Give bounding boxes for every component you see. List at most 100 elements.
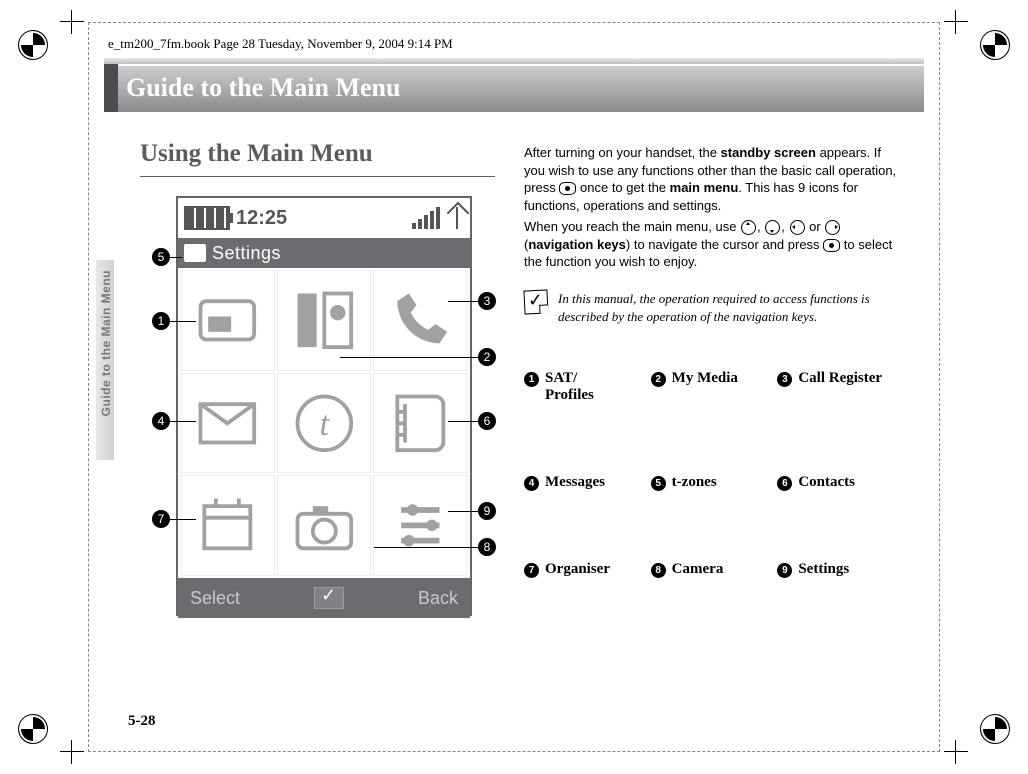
nav-up-icon (741, 220, 756, 235)
leader (448, 421, 478, 422)
callout-2: 2 (478, 348, 496, 366)
softkey-left: Select (190, 588, 240, 609)
softkey-right: Back (418, 588, 458, 609)
paragraph-2: When you reach the main menu, use , , or… (524, 218, 904, 271)
legend-label: Organiser (545, 561, 610, 578)
legend-item-2: 2 My Media (651, 370, 778, 404)
registration-mark (980, 30, 1010, 60)
leader (170, 257, 182, 258)
menu-cell-messages (180, 373, 275, 474)
legend-label: Settings (798, 561, 849, 578)
text: , (781, 219, 788, 234)
legend-num: 2 (651, 372, 666, 387)
phone-screenshot: 12:25 Settings t Select Back (176, 196, 472, 616)
callout-7: 7 (152, 510, 170, 528)
chapter-bar: Guide to the Main Menu (104, 64, 924, 112)
menu-cell-camera (277, 475, 372, 576)
side-tab-label: Guide to the Main Menu (99, 270, 113, 416)
legend-label: Camera (672, 561, 724, 578)
titlebar-label: Settings (212, 243, 281, 264)
registration-mark (18, 30, 48, 60)
crop-mark (944, 740, 968, 764)
text: , (757, 219, 764, 234)
note-check-icon (523, 289, 548, 314)
leader (448, 511, 478, 512)
clock-text: 12:25 (236, 207, 287, 230)
legend-item-3: 3 Call Register (777, 370, 904, 404)
menu-cell-contacts (373, 373, 468, 474)
section-rule (140, 176, 495, 177)
legend-item-5: 5 t-zones (651, 474, 778, 491)
phone-titlebar: Settings (178, 238, 470, 268)
callout-1: 1 (152, 312, 170, 330)
svg-text:t: t (319, 404, 330, 442)
body-text: After turning on your handset, the stand… (524, 144, 904, 275)
note-box: In this manual, the operation required t… (524, 290, 904, 325)
antenna-icon (450, 207, 464, 229)
battery-icon (184, 206, 230, 230)
bold-text: standby screen (721, 145, 816, 160)
leader (448, 301, 478, 302)
chapter-title: Guide to the Main Menu (126, 73, 400, 103)
legend-num: 1 (524, 372, 539, 387)
callout-6: 6 (478, 412, 496, 430)
leader (374, 547, 478, 548)
legend-num: 7 (524, 563, 539, 578)
legend-row: 7 Organiser 8 Camera 9 Settings (524, 561, 904, 578)
text: once to get the (576, 180, 669, 195)
bold-text: main menu (670, 180, 739, 195)
legend-item-7: 7 Organiser (524, 561, 651, 578)
legend-item-6: 6 Contacts (777, 474, 904, 491)
leader (170, 421, 196, 422)
nav-left-icon (790, 220, 805, 235)
callout-9: 9 (478, 502, 496, 520)
legend-item-1: 1 SAT/ Profiles (524, 370, 651, 404)
signal-icon (412, 207, 440, 229)
menu-cell-organiser (180, 475, 275, 576)
crop-mark (60, 740, 84, 764)
running-header: e_tm200_7fm.book Page 28 Tuesday, Novemb… (108, 36, 453, 52)
legend-item-9: 9 Settings (777, 561, 904, 578)
callout-3: 3 (478, 292, 496, 310)
legend: 1SAT/ Profiles 2My Media 3Call Register … (524, 370, 904, 578)
legend-row: 1 SAT/ Profiles 2 My Media 3 Call Register (524, 370, 904, 404)
registration-mark (18, 714, 48, 744)
legend-num: 6 (777, 476, 792, 491)
legend-label: Call Register (798, 370, 882, 404)
softkey-center-check-icon (314, 587, 344, 609)
page-number: 5-28 (128, 713, 156, 730)
legend-label: SAT/ Profiles (545, 370, 594, 404)
text: ) to navigate the cursor and press (626, 237, 823, 252)
menu-cell-settings (373, 475, 468, 576)
legend-num: 5 (651, 476, 666, 491)
phone-softkey-bar: Select Back (178, 578, 470, 618)
nav-right-icon (825, 220, 840, 235)
menu-cell-call-register (373, 270, 468, 371)
legend-label: t-zones (672, 474, 717, 491)
registration-mark (980, 714, 1010, 744)
legend-label: Messages (545, 474, 605, 491)
callout-8: 8 (478, 538, 496, 556)
legend-num: 8 (651, 563, 666, 578)
phone-statusbar: 12:25 (178, 198, 470, 238)
menu-cell-t-zones: t (277, 373, 372, 474)
leader (170, 519, 196, 520)
center-key-icon (823, 239, 840, 252)
menu-cell-my-media (277, 270, 372, 371)
titlebar-icon (184, 244, 206, 262)
crop-mark (60, 10, 84, 34)
leader (340, 357, 478, 358)
legend-num: 9 (777, 563, 792, 578)
legend-num: 4 (524, 476, 539, 491)
section-heading: Using the Main Menu (140, 140, 373, 168)
callout-5: 5 (152, 248, 170, 266)
leader (170, 321, 196, 322)
legend-row: 4 Messages 5 t-zones 6 Contacts (524, 474, 904, 491)
phone-grid: t (178, 268, 470, 578)
callout-4: 4 (152, 412, 170, 430)
legend-num: 3 (777, 372, 792, 387)
center-key-icon (559, 182, 576, 195)
legend-label: Contacts (798, 474, 855, 491)
legend-label: My Media (672, 370, 738, 404)
bold-text: navigation keys (528, 237, 626, 252)
